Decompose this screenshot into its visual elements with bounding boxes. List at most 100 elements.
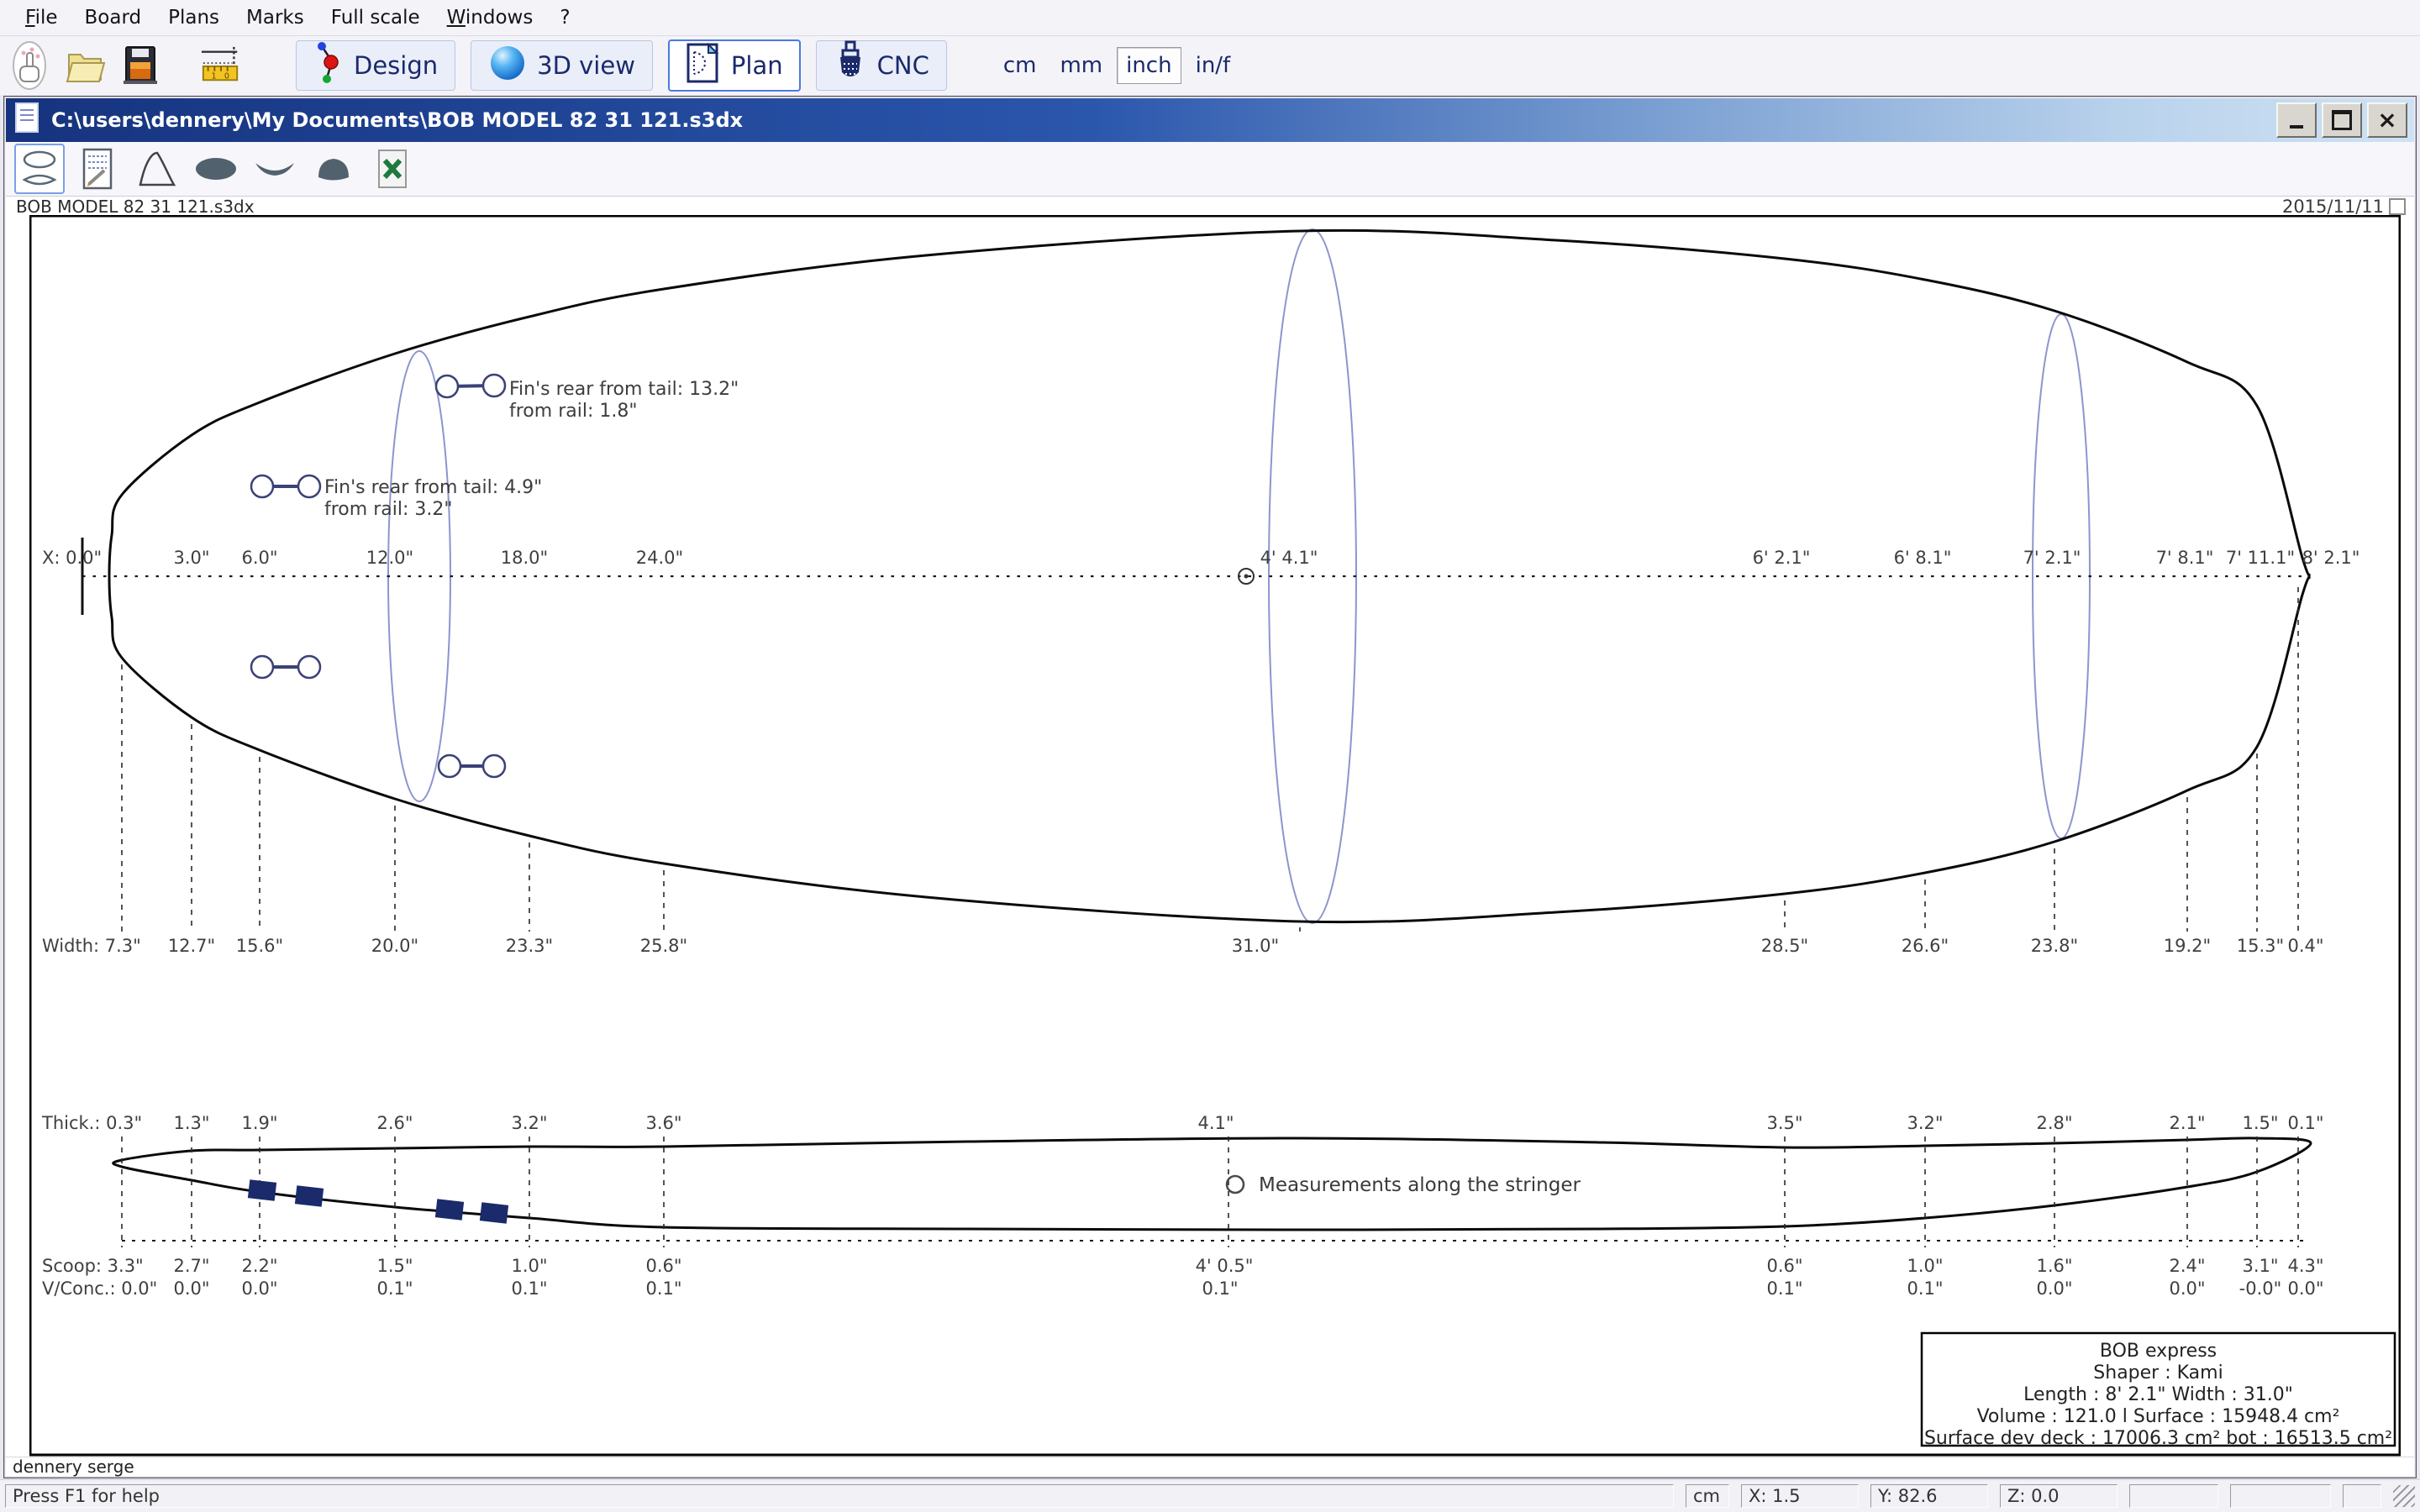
vconc-measurement-label: 0.1" <box>1202 1278 1238 1299</box>
fin-plug[interactable] <box>483 375 505 396</box>
vconc-measurement-label: 0.0" <box>2169 1278 2205 1299</box>
document-area: BOB MODEL 82 31 121.s3dx 2015/11/11 X: 0… <box>6 197 2414 1476</box>
x-measurement-label: 7' 11.1" <box>2226 548 2295 568</box>
x-measurement-label: 7' 8.1" <box>2156 548 2214 568</box>
thick-measurement-label: 1.5" <box>2242 1113 2278 1133</box>
fin-plug[interactable] <box>298 475 320 497</box>
fin-plug[interactable] <box>251 475 273 497</box>
window-title: C:\users\dennery\My Documents\BOB MODEL … <box>51 108 2266 132</box>
thick-measurement-label: 3.6" <box>645 1113 681 1133</box>
plan-solid-icon[interactable] <box>191 144 241 194</box>
vconc-measurement-label: 0.1" <box>511 1278 547 1299</box>
wizard-hand-icon[interactable] <box>8 39 50 92</box>
fin-box[interactable] <box>295 1185 324 1206</box>
vconc-measurement-label: 0.0" <box>173 1278 209 1299</box>
scoop-measurement-label: 4.3" <box>2287 1256 2323 1276</box>
date-area: 2015/11/11 <box>2282 197 2406 217</box>
scoop-measurement-label: Scoop: 3.3" <box>42 1256 144 1276</box>
vconc-measurement-label: 0.1" <box>645 1278 681 1299</box>
width-measurement-label: 15.3" <box>2237 936 2284 956</box>
document-window: C:\users\dennery\My Documents\BOB MODEL … <box>3 96 2417 1478</box>
measurements-panel-icon[interactable] <box>73 144 124 194</box>
vconc-measurement-label: 0.1" <box>1907 1278 1943 1299</box>
status-cell-empty-4 <box>2129 1484 2218 1508</box>
vconc-measurement-label: 0.0" <box>2287 1278 2323 1299</box>
fin-plug[interactable] <box>483 755 505 777</box>
fin-box[interactable] <box>435 1199 464 1220</box>
menu-marks[interactable]: Marks <box>233 5 318 30</box>
thick-measurement-label: Thick.: 0.3" <box>41 1113 142 1133</box>
thick-measurement-label: 3.2" <box>1907 1113 1943 1133</box>
outline-view-icon[interactable] <box>14 144 65 194</box>
save-icon[interactable] <box>119 39 161 92</box>
cnc-button[interactable]: CNC <box>816 40 947 91</box>
info-box-line: Surface dev deck : 17006.3 cm² bot : 165… <box>1924 1428 2392 1449</box>
x-measurement-label: 3.0" <box>173 548 209 568</box>
design-button[interactable]: Design <box>296 40 455 91</box>
status-cell-y: Y: 82.6 <box>1870 1484 1988 1508</box>
resize-grip-icon[interactable] <box>2393 1485 2415 1507</box>
maximize-button[interactable] <box>2322 102 2362 138</box>
fin-box[interactable] <box>248 1179 276 1200</box>
scoop-measurement-label: 2.7" <box>173 1256 209 1276</box>
scoop-measurement-label: 1.0" <box>511 1256 547 1276</box>
file-label: BOB MODEL 82 31 121.s3dx <box>16 197 255 217</box>
fin-label: from rail: 1.8" <box>509 401 637 422</box>
x-measurement-label: 8' 2.1" <box>2302 548 2360 568</box>
foil-view-icon[interactable] <box>132 144 182 194</box>
plan-icon <box>686 42 721 90</box>
fin-label: Fin's rear from tail: 4.9" <box>324 477 542 498</box>
cnc-icon <box>834 40 867 92</box>
document-header: BOB MODEL 82 31 121.s3dx 2015/11/11 <box>6 197 2414 217</box>
menu-full-scale[interactable]: Full scale <box>318 5 434 30</box>
thick-measurement-label: 2.1" <box>2169 1113 2205 1133</box>
x-measurement-label: 12.0" <box>366 548 413 568</box>
thick-measurement-label: 3.2" <box>511 1113 547 1133</box>
close-button[interactable]: × <box>2367 102 2407 138</box>
fin-box[interactable] <box>480 1202 508 1223</box>
document-icon <box>13 101 41 139</box>
fin-plug[interactable] <box>298 656 320 678</box>
width-measurement-label: 31.0" <box>1232 936 1279 956</box>
x-measurement-label: 4' 4.1" <box>1260 548 1318 568</box>
menu-file[interactable]: File <box>12 5 71 30</box>
menu-?[interactable]: ? <box>546 5 583 30</box>
x-measurement-label: 6' 8.1" <box>1894 548 1952 568</box>
fin-plug[interactable] <box>436 375 458 397</box>
section-solid-icon[interactable] <box>308 144 359 194</box>
scoop-measurement-label: 2.4" <box>2169 1256 2205 1276</box>
board-drawing-canvas[interactable]: X: 0.0"3.0"6.0"12.0"18.0"24.0"4' 4.1"6' … <box>29 215 2401 1457</box>
width-measurement-label: 15.6" <box>236 936 283 956</box>
plan-button[interactable]: Plan <box>668 39 801 92</box>
menu-plans[interactable]: Plans <box>155 5 233 30</box>
minimize-button[interactable] <box>2276 102 2317 138</box>
3d-view-button[interactable]: 3D view <box>471 40 653 91</box>
open-folder-icon[interactable] <box>64 39 106 92</box>
menu-bar: FileBoardPlansMarksFull scaleWindows? <box>0 0 2420 36</box>
x-measurement-label: 24.0" <box>636 548 683 568</box>
scoop-measurement-label: 0.6" <box>645 1256 681 1276</box>
fin-plug[interactable] <box>251 656 273 678</box>
center-marker-dot <box>1244 575 1249 579</box>
unit-inch[interactable]: inch <box>1117 47 1181 84</box>
rocker-solid-icon[interactable] <box>250 144 300 194</box>
dimensions-icon[interactable]: 10 <box>200 39 242 92</box>
document-titlebar[interactable]: C:\users\dennery\My Documents\BOB MODEL … <box>6 98 2414 142</box>
menu-board[interactable]: Board <box>71 5 155 30</box>
x-measurement-label: 6' 2.1" <box>1753 548 1811 568</box>
date-checkbox[interactable] <box>2389 198 2406 215</box>
file-tool-icons: 10 <box>8 39 242 92</box>
unit-in-f[interactable]: in/f <box>1186 47 1240 84</box>
width-measurement-label: 0.4" <box>2287 936 2323 956</box>
thick-measurement-label: 2.6" <box>376 1113 413 1133</box>
scoop-measurement-label: 1.5" <box>376 1256 413 1276</box>
window-controls: × <box>2276 102 2407 138</box>
status-cell-cm: cm <box>1686 1484 1729 1508</box>
unit-mm[interactable]: mm <box>1050 47 1112 84</box>
menu-windows[interactable]: Windows <box>434 5 547 30</box>
fin-plug[interactable] <box>439 755 460 777</box>
unit-cm[interactable]: cm <box>994 47 1046 84</box>
excel-export-icon[interactable] <box>367 144 418 194</box>
width-measurement-label: 28.5" <box>1761 936 1808 956</box>
fin-label: Fin's rear from tail: 13.2" <box>509 379 739 400</box>
